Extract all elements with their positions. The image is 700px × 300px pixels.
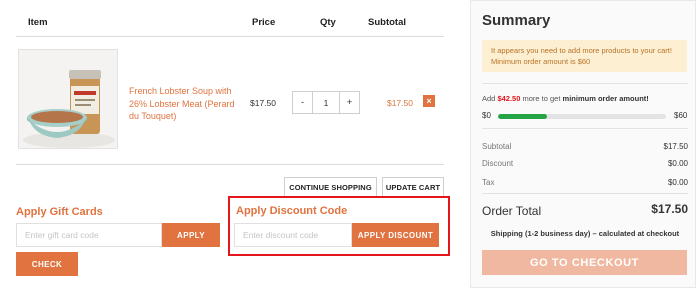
column-header-item: Item (28, 17, 48, 28)
cart-divider (16, 164, 444, 165)
summary-row-value: $0.00 (667, 178, 688, 187)
summary-divider (482, 83, 688, 84)
order-total-value: $17.50 (651, 202, 688, 216)
quantity-stepper: - 1 + (292, 91, 360, 114)
progress-max-label: $60 (674, 111, 688, 120)
apply-discount-button[interactable]: APPLY DISCOUNT (352, 223, 439, 247)
progress-bar-fill (498, 114, 547, 119)
order-total-label: Order Total (482, 204, 542, 218)
summary-divider (482, 193, 688, 194)
summary-row-label: Subtotal (482, 142, 512, 151)
product-name-link[interactable]: French Lobster Soup with 26% Lobster Mea… (129, 85, 239, 123)
product-subtotal: $17.50 (387, 98, 413, 108)
order-total-row: Order Total $17.50 (482, 202, 688, 220)
qty-decrease-button[interactable]: - (292, 91, 313, 114)
qty-input[interactable]: 1 (313, 91, 339, 114)
order-summary-panel: Summary It appears you need to add more … (470, 0, 696, 288)
remove-item-close-icon[interactable]: × (423, 95, 435, 107)
summary-divider (482, 128, 688, 129)
summary-row-discount: Discount $0.00 (482, 159, 688, 168)
column-header-price: Price (252, 17, 276, 28)
cart-table-header: Item Price Qty Subtotal (16, 0, 444, 37)
summary-row-label: Tax (482, 178, 495, 187)
gift-cards-heading: Apply Gift Cards (16, 206, 103, 218)
summary-row-label: Discount (482, 159, 514, 168)
progress-amount: $42.50 (497, 94, 521, 103)
summary-row-value: $0.00 (667, 159, 688, 168)
gift-card-input[interactable] (16, 223, 162, 247)
progress-message: Add $42.50 more to get minimum order amo… (482, 94, 649, 103)
summary-title: Summary (482, 12, 551, 29)
column-header-subtotal: Subtotal (368, 17, 406, 28)
progress-min-label: $0 (482, 111, 491, 120)
column-header-qty: Qty (320, 17, 336, 28)
checkout-button[interactable]: GO TO CHECKOUT (482, 250, 687, 275)
summary-row-tax: Tax $0.00 (482, 178, 688, 187)
minimum-order-notice: It appears you need to add more products… (482, 40, 687, 72)
progress-suffix: minimum order amount! (562, 94, 649, 103)
shipping-note: Shipping (1-2 business day) – calculated… (490, 229, 680, 238)
product-photo-icon[interactable] (18, 49, 118, 149)
progress-middle: more to get (522, 94, 561, 103)
discount-code-heading: Apply Discount Code (236, 205, 348, 217)
update-cart-button[interactable]: UPDATE CART (382, 177, 444, 197)
progress-bar (498, 114, 666, 119)
qty-increase-button[interactable]: + (339, 91, 360, 114)
progress-prefix: Add (482, 94, 496, 103)
continue-shopping-button[interactable]: CONTINUE SHOPPING (284, 177, 377, 197)
summary-row-value: $17.50 (663, 142, 688, 151)
discount-code-input[interactable] (234, 223, 352, 247)
product-price: $17.50 (250, 98, 276, 108)
summary-row-subtotal: Subtotal $17.50 (482, 142, 688, 151)
check-gift-card-button[interactable]: CHECK (16, 252, 78, 276)
apply-gift-card-button[interactable]: APPLY (162, 223, 220, 247)
